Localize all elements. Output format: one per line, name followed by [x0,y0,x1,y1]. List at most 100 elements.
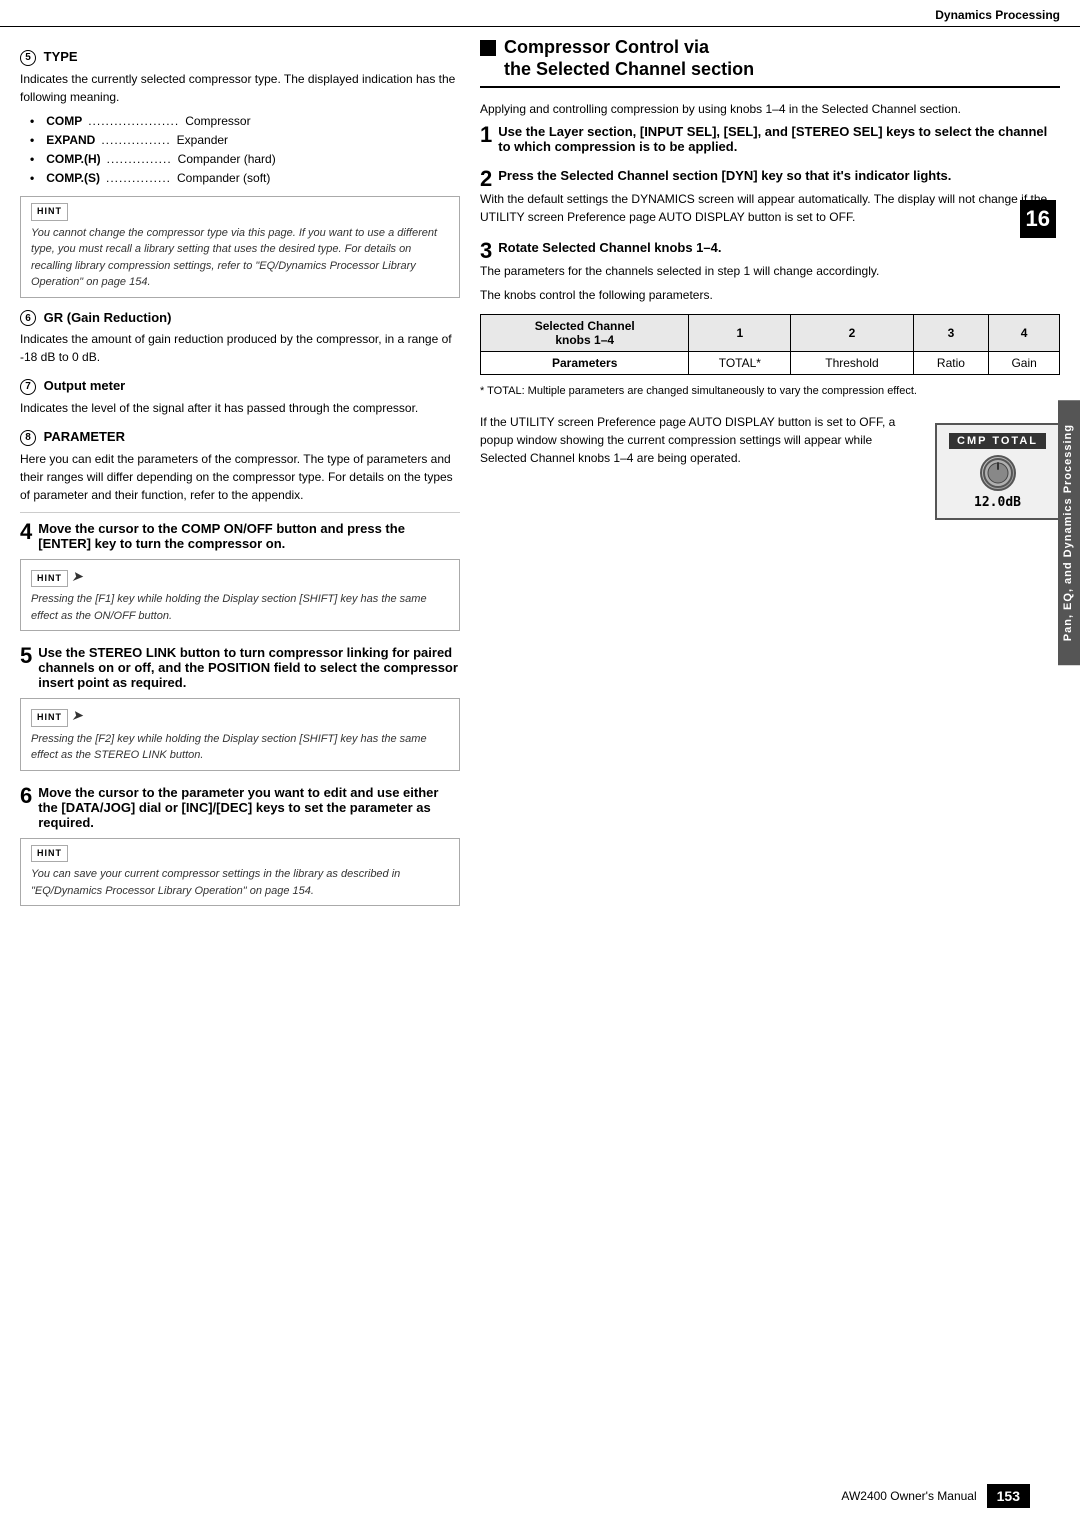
step4-num: 4 [20,521,32,543]
type-heading: 5 TYPE [20,49,460,66]
param-circle-num: 8 [20,430,36,446]
item-value: Compander (hard) [178,150,276,169]
step4-hint-text: Pressing the [F1] key while holding the … [31,593,427,622]
gr-heading: 6 GR (Gain Reduction) [20,310,460,327]
gr-description: Indicates the amount of gain reduction p… [20,330,460,366]
item-dots: ............... [106,169,171,188]
right-step3-body2: The knobs control the following paramete… [480,286,1060,304]
table-cell-threshold: Threshold [791,352,913,375]
popup-section: If the UTILITY screen Preference page AU… [480,413,1060,520]
output-circle-num: 7 [20,379,36,395]
item-value: Compressor [185,112,250,131]
cmp-display-box: CMP TOTAL 12.0dB [935,423,1060,520]
type-items-list: COMP ..................... Compressor EX… [20,112,460,189]
type-description: Indicates the currently selected compres… [20,70,460,106]
item-dots: ................ [101,131,170,150]
item-label: COMP [46,112,82,131]
item-label: COMP.(S) [46,169,100,188]
table-cell-ratio: Ratio [913,352,989,375]
right-step2-block: 2 Press the Selected Channel section [DY… [480,168,1060,226]
manual-name: AW2400 Owner's Manual [841,1489,976,1503]
side-tab-label: Pan, EQ, and Dynamics Processing [1062,424,1074,641]
param-description: Here you can edit the parameters of the … [20,450,460,504]
header-title: Dynamics Processing [935,8,1060,22]
right-step2-body: With the default settings the DYNAMICS s… [480,190,1060,226]
list-item: COMP ..................... Compressor [30,112,460,131]
gr-heading-text: GR (Gain Reduction) [44,310,172,325]
comp-intro: Applying and controlling compression by … [480,100,1060,118]
right-step2-heading: Press the Selected Channel section [DYN]… [498,168,1060,183]
comp-section-title: Compressor Control via the Selected Chan… [480,37,1060,88]
comp-title-line1: Compressor Control via [504,37,754,59]
output-heading-text: Output meter [44,378,126,393]
chapter-number: 16 [1020,200,1056,238]
right-step3-block: 3 Rotate Selected Channel knobs 1–4. The… [480,240,1060,397]
step5-num: 5 [20,645,32,667]
item-dots: ............... [107,150,172,169]
list-item: COMP.(S) ............... Compander (soft… [30,169,460,188]
popup-text: If the UTILITY screen Preference page AU… [480,413,919,467]
divider [20,512,460,513]
right-step3-row: 3 Rotate Selected Channel knobs 1–4. [480,240,1060,255]
item-dots: ..................... [88,112,179,131]
step4-hint-box: HINT ➤ Pressing the [F1] key while holdi… [20,559,460,632]
output-section: 7 Output meter Indicates the level of th… [20,378,460,417]
output-heading: 7 Output meter [20,378,460,395]
table-cell-params-label: Parameters [481,352,689,375]
right-step2-row: 2 Press the Selected Channel section [DY… [480,168,1060,183]
black-square-icon [480,40,496,56]
item-value: Expander [177,131,228,150]
cmp-display-header: CMP TOTAL [949,433,1046,449]
step4-heading: Move the cursor to the COMP ON/OFF butto… [38,521,460,551]
gr-circle-num: 6 [20,310,36,326]
left-column: 5 TYPE Indicates the currently selected … [20,37,460,920]
comp-title-text: Compressor Control via the Selected Chan… [504,37,754,80]
right-step1-heading: Use the Layer section, [INPUT SEL], [SEL… [498,124,1060,154]
cmp-value: 12.0dB [949,495,1046,510]
type-hint-text: You cannot change the compressor type vi… [31,227,437,289]
item-value: Compander (soft) [177,169,270,188]
table-header-col4: 4 [989,315,1060,352]
side-tab: Pan, EQ, and Dynamics Processing [1058,400,1080,665]
right-step3-body1: The parameters for the channels selected… [480,262,1060,280]
popup-description-row: If the UTILITY screen Preference page AU… [480,413,1060,520]
step5-heading-row: 5 Use the STEREO LINK button to turn com… [20,645,460,690]
right-step1-block: 1 Use the Layer section, [INPUT SEL], [S… [480,124,1060,154]
table-header-col3: 3 [913,315,989,352]
hint-label: HINT [31,570,68,588]
list-item: EXPAND ................ Expander [30,131,460,150]
step6-num: 6 [20,785,32,807]
right-step1-num: 1 [480,124,492,146]
cmp-knob-icon [980,455,1016,491]
right-column: Compressor Control via the Selected Chan… [480,37,1060,920]
table-header-col1: 1 [689,315,791,352]
step5-heading: Use the STEREO LINK button to turn compr… [38,645,460,690]
hint-label: HINT [31,709,68,727]
main-content: 5 TYPE Indicates the currently selected … [0,27,1080,980]
list-item: COMP.(H) ............... Compander (hard… [30,150,460,169]
right-step1-row: 1 Use the Layer section, [INPUT SEL], [S… [480,124,1060,154]
output-description: Indicates the level of the signal after … [20,399,460,417]
param-heading: 8 PARAMETER [20,429,460,446]
param-section: 8 PARAMETER Here you can edit the parame… [20,429,460,504]
param-table: Selected Channelknobs 1–4 1 2 3 4 Parame… [480,314,1060,375]
hint-label: HINT [31,845,68,863]
hint-arrow-icon: ➤ [71,566,83,587]
step4-block: 4 Move the cursor to the COMP ON/OFF but… [20,521,460,632]
step5-block: 5 Use the STEREO LINK button to turn com… [20,645,460,771]
step5-hint-text: Pressing the [F2] key while holding the … [31,733,427,762]
table-header-col0: Selected Channelknobs 1–4 [481,315,689,352]
table-footnote: * TOTAL: Multiple parameters are changed… [480,385,1060,397]
page-footer: AW2400 Owner's Manual 153 [841,1484,1030,1508]
table-cell-gain: Gain [989,352,1060,375]
item-label: EXPAND [46,131,95,150]
step4-heading-row: 4 Move the cursor to the COMP ON/OFF but… [20,521,460,551]
item-label: COMP.(H) [46,150,100,169]
step6-hint-text: You can save your current compressor set… [31,868,400,897]
right-step3-num: 3 [480,240,492,262]
type-section: 5 TYPE Indicates the currently selected … [20,49,460,298]
page-number: 153 [987,1484,1030,1508]
hint-arrow-icon: ➤ [71,705,83,726]
step5-hint-box: HINT ➤ Pressing the [F2] key while holdi… [20,698,460,771]
hint-label: HINT [31,203,68,221]
